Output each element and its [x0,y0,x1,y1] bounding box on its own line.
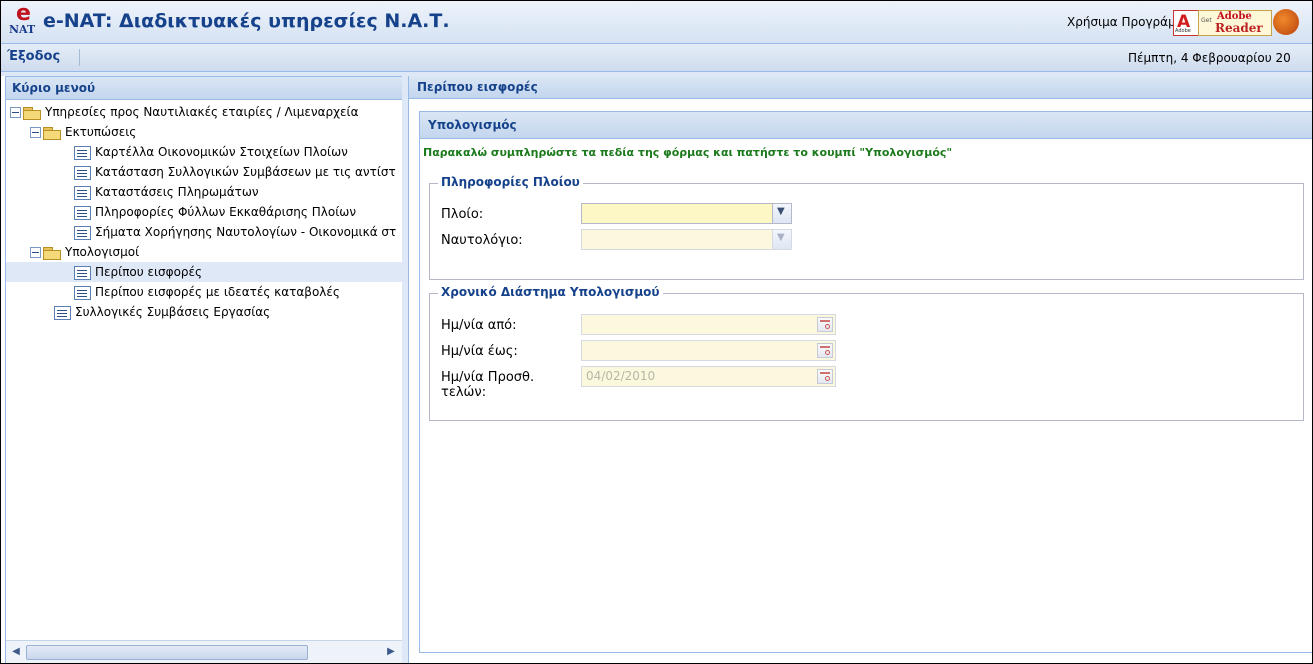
calendar-icon[interactable] [817,317,833,332]
ship-info-fieldset: Πληροφορίες Πλοίου Πλοίο: ▼ Ναυτολόγιο: … [429,175,1304,280]
ship-info-legend: Πληροφορίες Πλοίου [438,175,583,189]
tree-node-services[interactable]: Υπηρεσίες προς Ναυτιλιακές εταιρίες / Λι… [10,102,359,122]
enat-logo: e NAT [9,1,37,39]
date-from-field[interactable] [581,314,836,335]
ship-label: Πλοίο: [441,207,484,222]
main-menu-panel: Κύριο μενού Υπηρεσίες προς Ναυτιλιακές ε… [5,76,403,663]
tree-leaf-approx-contributions[interactable]: Περίπου εισφορές [6,262,402,282]
collapse-toggle-icon[interactable] [30,247,41,258]
scroll-left-arrow-icon[interactable]: ◀ [9,645,23,658]
toolbar-separator [79,49,80,66]
tree-leaf-clearance-sheets[interactable]: Πληροφορίες Φύλλων Εκκαθάρισης Πλοίων [74,202,356,222]
form-title: Υπολογισμός [420,112,1312,139]
main-menu-title: Κύριο μενού [6,77,402,100]
date-to-field[interactable] [581,340,836,361]
reader-text: Reader [1215,21,1263,35]
app-header: e NAT e-NAT: Διαδικτυακές υπηρεσίες Ν.Α.… [1,1,1312,44]
tree-node-label: Κατάσταση Συλλογικών Συμβάσεων με τις αν… [95,165,396,179]
get-text: Get [1201,17,1212,24]
tree-node-label: Περίπου εισφορές [95,265,203,279]
tree-leaf-approx-contributions-ideal[interactable]: Περίπου εισφορές με ιδεατές καταβολές [74,282,340,302]
scroll-right-arrow-icon[interactable]: ▶ [384,645,398,658]
collapse-toggle-icon[interactable] [10,107,21,118]
collapse-toggle-icon[interactable] [30,127,41,138]
tree-node-label: Σήματα Χορήγησης Ναυτολογίων - Οικονομικ… [95,225,397,239]
crewlist-select[interactable]: ▼ [581,229,792,250]
tree-node-label: Συλλογικές Συμβάσεις Εργασίας [75,305,271,319]
content-panel: Περίπου εισφορές Υπολογισμός Παρακαλώ συ… [408,76,1312,663]
chevron-down-icon: ▼ [777,206,785,217]
period-fieldset: Χρονικό Διάστημα Υπολογισμού Ημ/νία από:… [429,285,1304,421]
date-to-label: Ημ/νία έως: [441,344,518,359]
tree-leaf-collective-labour-agreements[interactable]: Συλλογικές Συμβάσεις Εργασίας [54,302,270,322]
tree-node-label: Καρτέλλα Οικονομικών Στοιχείων Πλοίων [95,145,348,159]
calendar-icon[interactable] [817,343,833,358]
document-icon [74,265,91,280]
calendar-icon[interactable] [817,369,833,384]
chevron-down-icon: ▼ [777,232,785,243]
document-icon [74,185,91,200]
content-panel-title: Περίπου εισφορές [409,76,1312,99]
exit-button[interactable]: Έξοδος [7,49,60,64]
tree-leaf-crew-statements[interactable]: Καταστάσεις Πληρωμάτων [74,182,259,202]
ship-dropdown-trigger[interactable]: ▼ [772,204,791,223]
app-title: e-NAT: Διαδικτυακές υπηρεσίες Ν.Α.Τ. [43,10,450,32]
folder-open-icon [43,126,61,140]
menu-tree: Υπηρεσίες προς Ναυτιλιακές εταιρίες / Λι… [6,100,402,640]
adobe-logo-icon[interactable]: A Adobe [1173,10,1199,36]
document-icon [74,225,91,240]
tree-node-label: Καταστάσεις Πληρωμάτων [95,185,259,199]
tree-node-label: Πληροφορίες Φύλλων Εκκαθάρισης Πλοίων [95,205,357,219]
crewlist-label: Ναυτολόγιο: [441,233,523,248]
addfees-date-value: 04/02/2010 [586,369,656,383]
tree-node-calculations[interactable]: Υπολογισμοί [30,242,139,262]
folder-open-icon [23,106,41,120]
reader-icon[interactable] [1273,9,1299,35]
document-icon [74,205,91,220]
addfees-date-label-line1: Ημ/νία Προσθ. [441,370,535,385]
addfees-date-label-line2: τελών: [441,385,487,400]
menu-horizontal-scrollbar[interactable]: ◀ ▶ [6,640,402,663]
scrollbar-thumb[interactable] [26,645,308,660]
tree-node-label: Εκτυπώσεις [65,125,137,139]
period-legend: Χρονικό Διάστημα Υπολογισμού [438,285,663,299]
tree-leaf-ship-financial-card[interactable]: Καρτέλλα Οικονομικών Στοιχείων Πλοίων [74,142,348,162]
tree-leaf-crewlist-signals[interactable]: Σήματα Χορήγησης Ναυτολογίων - Οικονομικ… [74,222,396,242]
crewlist-dropdown-trigger[interactable]: ▼ [772,230,791,249]
tree-node-printouts[interactable]: Εκτυπώσεις [30,122,136,142]
folder-open-icon [43,246,61,260]
adobe-logo-text: Adobe [1175,28,1191,34]
top-toolbar: Έξοδος Πέμπτη, 4 Φεβρουαρίου 20 [1,44,1312,72]
document-icon [74,165,91,180]
document-icon [74,145,91,160]
ship-select[interactable]: ▼ [581,203,792,224]
tree-node-label: Υπηρεσίες προς Ναυτιλιακές εταιρίες / Λι… [45,105,359,119]
addfees-date-field[interactable]: 04/02/2010 [581,366,836,387]
tree-leaf-collective-agreements-status[interactable]: Κατάσταση Συλλογικών Συμβάσεων με τις αν… [74,162,396,182]
form-instruction: Παρακαλώ συμπληρώστε τα πεδία της φόρμας… [423,146,953,159]
document-icon [54,305,71,320]
calculation-form: Υπολογισμός Παρακαλώ συμπληρώστε τα πεδί… [419,111,1312,653]
tree-node-label: Περίπου εισφορές με ιδεατές καταβολές [95,285,340,299]
tree-node-label: Υπολογισμοί [65,245,140,259]
date-from-label: Ημ/νία από: [441,318,517,333]
get-adobe-reader-link[interactable]: Get Adobe Reader [1198,10,1272,36]
application-frame: e NAT e-NAT: Διαδικτυακές υπηρεσίες Ν.Α.… [0,0,1313,664]
current-date: Πέμπτη, 4 Φεβρουαρίου 20 [1128,51,1291,65]
document-icon [74,285,91,300]
logo-nat: NAT [9,23,36,36]
